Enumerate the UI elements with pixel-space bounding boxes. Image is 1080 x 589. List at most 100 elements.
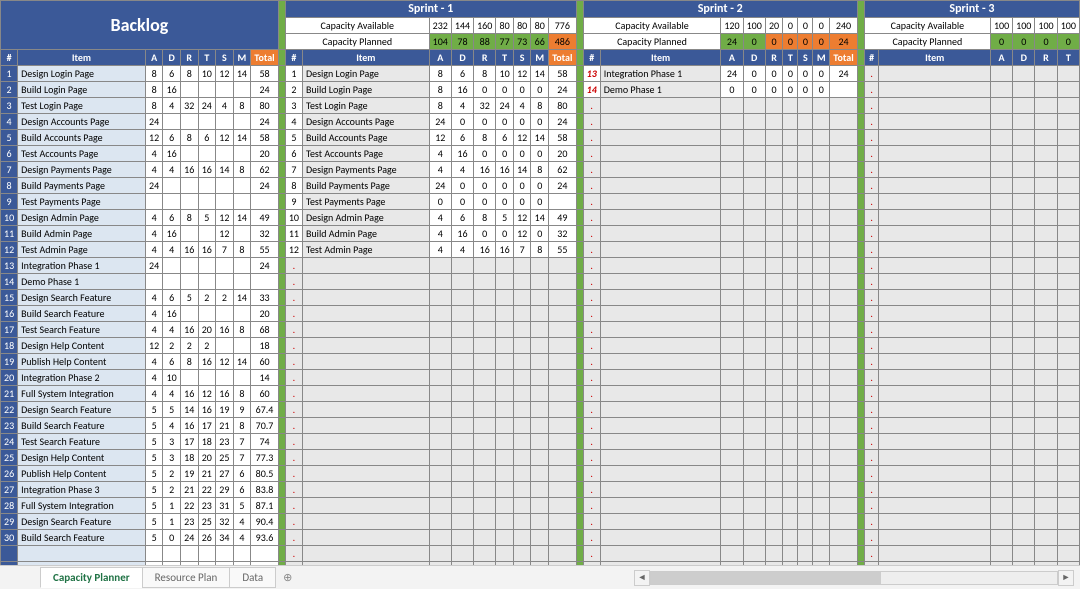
hdr-r[interactable]: R — [474, 50, 496, 66]
hdr-s[interactable]: S — [513, 50, 531, 66]
cell[interactable]: 17 — [180, 434, 198, 450]
row-total[interactable]: 24 — [251, 258, 279, 274]
hdr-total[interactable]: Total — [251, 50, 279, 66]
backlog-item[interactable]: Design Admin Page — [18, 210, 146, 226]
cell[interactable]: 4 — [216, 98, 234, 114]
cell[interactable]: 6 — [198, 130, 216, 146]
cap-value[interactable]: 0 — [798, 18, 813, 34]
hdr-t[interactable]: T — [1057, 50, 1079, 66]
cell[interactable]: 24 — [496, 98, 514, 114]
empty-dot[interactable]: . — [864, 338, 879, 354]
s1-item[interactable]: Test Login Page — [302, 98, 429, 114]
cell[interactable]: 6 — [163, 130, 181, 146]
cap-value[interactable]: 100 — [1057, 18, 1079, 34]
row-total[interactable]: 93.6 — [251, 530, 279, 546]
hdr-t[interactable]: T — [783, 50, 798, 66]
cell[interactable]: 16 — [180, 418, 198, 434]
cap-value[interactable]: 0 — [783, 34, 798, 50]
cell[interactable]: 20 — [198, 322, 216, 338]
row-total[interactable]: 70.7 — [251, 418, 279, 434]
cap-value[interactable]: 77 — [496, 34, 514, 50]
cell[interactable] — [163, 274, 181, 290]
cell[interactable]: 12 — [216, 130, 234, 146]
hdr-item[interactable]: Item — [879, 50, 990, 66]
row-total[interactable]: 74 — [251, 434, 279, 450]
cell[interactable]: 14 — [216, 162, 234, 178]
cell[interactable]: 14 — [513, 162, 531, 178]
s1-index[interactable]: 1 — [285, 66, 302, 82]
cell[interactable]: 4 — [429, 146, 451, 162]
row-total[interactable]: 80.5 — [251, 466, 279, 482]
row-index[interactable]: 8 — [1, 178, 18, 194]
scroll-thumb[interactable] — [651, 572, 881, 584]
cell[interactable] — [163, 178, 181, 194]
empty-dot[interactable]: . — [583, 546, 600, 562]
cell[interactable] — [233, 306, 251, 322]
backlog-item[interactable]: Integration Phase 3 — [18, 482, 146, 498]
cell[interactable]: 22 — [180, 498, 198, 514]
empty-dot[interactable]: . — [864, 466, 879, 482]
cell[interactable]: 6 — [163, 354, 181, 370]
empty-dot[interactable]: . — [583, 242, 600, 258]
scroll-right-icon[interactable]: ► — [1058, 570, 1074, 586]
cell[interactable]: 0 — [496, 146, 514, 162]
cell[interactable] — [180, 178, 198, 194]
cap-value[interactable]: 0 — [1057, 34, 1079, 50]
cell[interactable] — [233, 114, 251, 130]
cap-value[interactable]: 0 — [743, 34, 765, 50]
cap-value[interactable]: 240 — [830, 18, 858, 34]
cell[interactable]: 12 — [145, 130, 163, 146]
cell[interactable] — [145, 274, 163, 290]
backlog-item[interactable]: Build Search Feature — [18, 306, 146, 322]
s2-item[interactable]: Demo Phase 1 — [600, 82, 721, 98]
spreadsheet-viewport[interactable]: BacklogSprint - 1Sprint - 2Sprint - 3Cap… — [0, 0, 1080, 565]
cell[interactable]: 24 — [721, 66, 743, 82]
empty-dot[interactable]: . — [285, 514, 302, 530]
cell[interactable]: 0 — [451, 178, 473, 194]
cell[interactable]: 4 — [163, 418, 181, 434]
empty-dot[interactable]: . — [864, 194, 879, 210]
cell[interactable]: 2 — [216, 290, 234, 306]
cell[interactable] — [180, 258, 198, 274]
cell[interactable]: 4 — [163, 322, 181, 338]
cell[interactable] — [180, 274, 198, 290]
s1-index[interactable]: 2 — [285, 82, 302, 98]
cell[interactable]: 29 — [216, 482, 234, 498]
cell[interactable]: 16 — [474, 162, 496, 178]
cell[interactable]: 8 — [531, 162, 549, 178]
cap-value[interactable]: 486 — [549, 34, 577, 50]
cell[interactable]: 14 — [180, 402, 198, 418]
cell[interactable]: 6 — [163, 210, 181, 226]
empty-dot[interactable]: . — [864, 82, 879, 98]
empty-dot[interactable]: . — [583, 162, 600, 178]
empty-dot[interactable]: . — [583, 274, 600, 290]
scroll-track[interactable] — [650, 571, 1058, 585]
cell[interactable] — [198, 82, 216, 98]
row-total[interactable]: 68 — [251, 322, 279, 338]
row-index[interactable]: 9 — [1, 194, 18, 210]
cell[interactable]: 1 — [163, 514, 181, 530]
cell[interactable]: 8 — [180, 354, 198, 370]
cell[interactable]: 8 — [429, 82, 451, 98]
cell[interactable] — [233, 338, 251, 354]
cell[interactable]: 12 — [216, 354, 234, 370]
scroll-left-icon[interactable]: ◄ — [634, 570, 650, 586]
cell[interactable] — [216, 274, 234, 290]
cap-value[interactable]: 104 — [429, 34, 451, 50]
backlog-item[interactable]: Design Payments Page — [18, 162, 146, 178]
cell[interactable]: 8 — [233, 162, 251, 178]
cell[interactable]: 0 — [474, 178, 496, 194]
empty-dot[interactable]: . — [285, 546, 302, 562]
empty-dot[interactable]: . — [864, 274, 879, 290]
s2-total[interactable]: 24 — [830, 66, 858, 82]
cell[interactable]: 4 — [163, 162, 181, 178]
cell[interactable] — [198, 274, 216, 290]
s1-item[interactable]: Build Accounts Page — [302, 130, 429, 146]
s1-total[interactable]: 49 — [549, 210, 577, 226]
cell[interactable]: 0 — [496, 194, 514, 210]
cell[interactable]: 12 — [513, 226, 531, 242]
cell[interactable] — [198, 370, 216, 386]
cell[interactable]: 6 — [163, 290, 181, 306]
s1-total[interactable]: 24 — [549, 82, 577, 98]
cap-value[interactable]: 0 — [1035, 34, 1057, 50]
